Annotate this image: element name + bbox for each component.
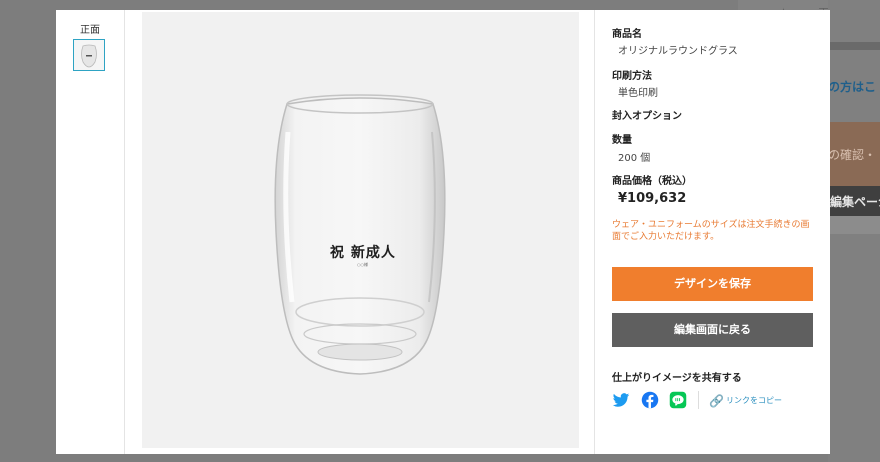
price-label: 商品価格（税込） [612,176,692,187]
product-name-label: 商品名 [612,29,642,40]
share-divider [698,391,699,409]
background-text-3: 編集ページ [830,195,880,209]
line-icon[interactable] [669,391,687,409]
background-divider [828,42,880,50]
thumbnail-label: 正面 [80,25,100,36]
enclosure-option-label: 封入オプション [612,111,682,122]
size-note: ウェア・ユニフォームのサイズは注文手続きの画面でご入力いただけます。 [612,220,810,242]
share-label: 仕上がりイメージを共有する [612,373,742,384]
glass-print-subtext: ○○様 [357,262,368,267]
print-method-value: 単色印刷 [618,88,658,99]
panel-divider [594,10,595,454]
quantity-label: 数量 [612,135,632,146]
print-method-label: 印刷方法 [612,71,652,82]
background-text-2: の確認・ [828,148,877,162]
copy-link-label: リンクをコピー [725,396,782,405]
glass-thumbnail-icon [81,44,97,68]
glass-image [274,94,446,375]
glass-print-text: 祝 新成人 [330,245,396,261]
product-name-value: オリジナルラウンドグラス [618,46,738,57]
background-text-1: の方はこ [828,80,877,94]
copy-link-button[interactable]: 🔗 リンクをコピー [709,394,782,408]
facebook-icon[interactable] [641,391,659,409]
thumbnail-column: 正面 [56,10,125,454]
back-to-editor-button[interactable]: 編集画面に戻る [612,313,813,347]
quantity-value: 200 個 [618,153,651,164]
save-design-button[interactable]: デザインを保存 [612,267,813,301]
background-light-block [828,216,880,234]
thumbnail-front[interactable] [73,39,105,71]
link-icon: 🔗 [709,394,724,408]
preview-modal: 正面 祝 新成人 ○○様 商品名 オリジナルラウンドグラス 印刷方法 単色印刷 … [56,10,830,454]
price-value: ¥109,632 [618,191,687,206]
twitter-icon[interactable] [612,391,630,409]
product-preview: 祝 新成人 ○○様 [142,12,579,448]
